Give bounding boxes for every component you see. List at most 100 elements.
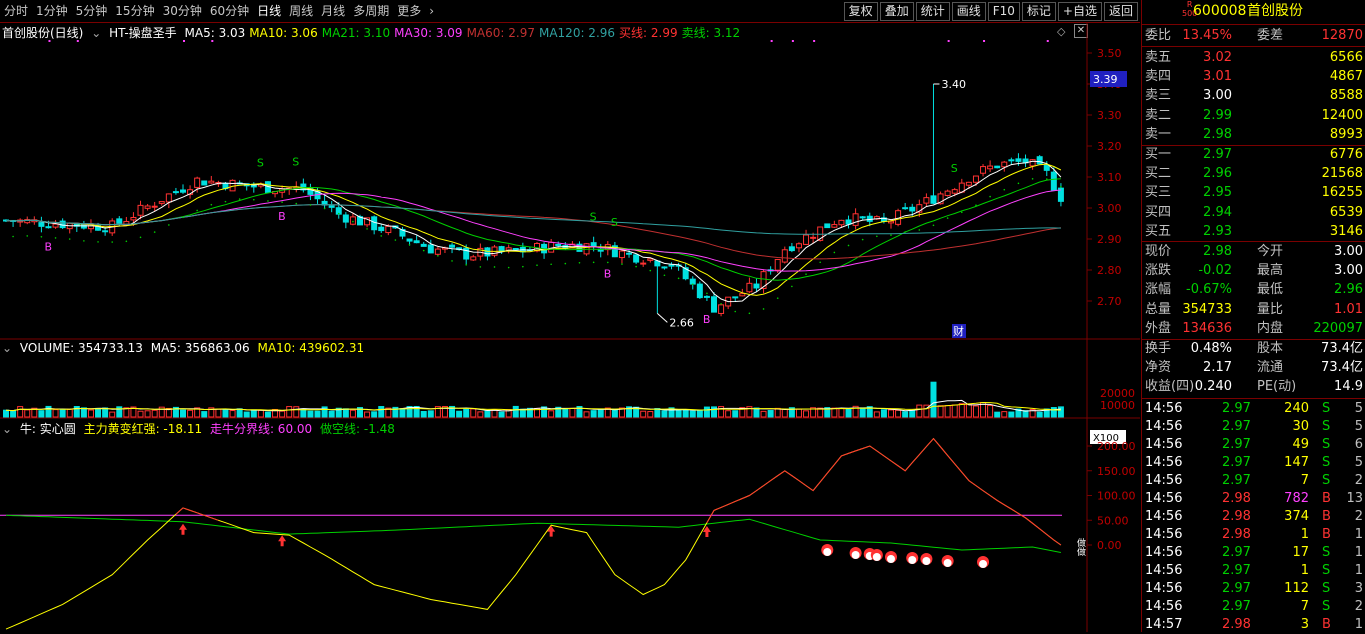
tick-price: 2.98 (1222, 527, 1251, 542)
bear-ball-icon (920, 553, 933, 565)
bid-price: 2.97 (1203, 147, 1232, 162)
tick-row[interactable]: 14:56 2.97 147 S 5 (1142, 454, 1365, 472)
tick-row[interactable]: 14:56 2.97 7 S 2 (1142, 472, 1365, 490)
bid-row[interactable]: 买一 2.97 6776 (1142, 146, 1365, 164)
tick-row[interactable]: 14:56 2.97 49 S 6 (1142, 436, 1365, 454)
tick-bs: S (1322, 419, 1331, 434)
tick-row[interactable]: 14:56 2.97 112 S 3 (1142, 580, 1365, 598)
r-badge-letter: R (1186, 0, 1193, 9)
osc-indicator-name[interactable]: 牛: 实心圆 (20, 422, 76, 436)
ask-row[interactable]: 卖四 3.01 4867 (1142, 68, 1365, 86)
volume-bar (760, 410, 767, 418)
volume-bar (654, 408, 661, 418)
tick-volume: 112 (1284, 581, 1309, 596)
candle-body (972, 175, 979, 183)
quote-row-label2: 内盘 (1257, 320, 1284, 336)
weibi-row: 委比 13.45% 委差 12870 (1142, 27, 1365, 45)
candle-body (852, 213, 859, 226)
candle-body (158, 201, 165, 204)
bid-row[interactable]: 买三 2.95 16255 (1142, 184, 1365, 202)
candle-body (909, 206, 916, 212)
candle-body (555, 243, 562, 247)
tick-time: 14:56 (1145, 473, 1183, 488)
collapse-icon[interactable]: ⌄ (2, 341, 12, 355)
candle-body (1008, 159, 1015, 162)
candle-body (859, 216, 866, 219)
volume-bar (937, 405, 944, 418)
ask-row[interactable]: 卖五 3.02 6566 (1142, 49, 1365, 67)
tick-price: 2.97 (1222, 545, 1251, 560)
ask-row[interactable]: 卖三 3.00 8588 (1142, 87, 1365, 105)
candle-body (151, 205, 158, 208)
bid-row[interactable]: 买四 2.94 6539 (1142, 204, 1365, 222)
candle-body (116, 218, 123, 224)
candle-body (413, 240, 420, 244)
sell-signal: S (611, 216, 618, 229)
osc-l2: 走牛分界线: 60.00 (209, 422, 313, 436)
bear-ball-icon (941, 555, 954, 567)
current-price-tag-label: 3.39 (1093, 73, 1118, 86)
tick-time: 14:56 (1145, 419, 1183, 434)
volume-bar (293, 406, 300, 418)
volume-bar (364, 411, 371, 418)
quote-row-label: 涨幅 (1145, 282, 1172, 298)
collapse-icon[interactable]: ⌄ (2, 422, 12, 436)
low-label: 2.66 (669, 316, 694, 329)
bid-row[interactable]: 买五 2.93 3146 (1142, 223, 1365, 241)
volume-bar (682, 409, 689, 418)
osc-y-tick: 50.00 (1097, 514, 1129, 527)
volume-title: ⌄ VOLUME: 354733.13 MA5: 356863.06 MA10:… (2, 341, 368, 355)
ask-row[interactable]: 卖一 2.98 8993 (1142, 126, 1365, 144)
candle-body (1050, 171, 1057, 191)
bid-volume: 6539 (1329, 204, 1363, 220)
tick-row[interactable]: 14:56 2.97 1 S 1 (1142, 562, 1365, 580)
tick-volume: 49 (1292, 437, 1309, 452)
quote-row-label: 现价 (1145, 244, 1172, 259)
candle-body (328, 205, 335, 208)
quote-row-value2: 3.00 (1334, 263, 1363, 279)
volume-bar (909, 409, 916, 418)
tick-row[interactable]: 14:57 2.98 3 B 1 (1142, 616, 1365, 634)
candle-body (689, 278, 696, 285)
tick-row[interactable]: 14:56 2.98 374 B 2 (1142, 508, 1365, 526)
volume-bar (286, 406, 293, 418)
candle-body (427, 244, 434, 254)
volume-bar (427, 410, 434, 418)
tick-row[interactable]: 14:56 2.98 1 B 1 (1142, 526, 1365, 544)
quote-row-value2: 2.96 (1334, 282, 1363, 298)
tick-row[interactable]: 14:56 2.97 240 S 5 (1142, 400, 1365, 418)
volume-bar (930, 381, 937, 418)
tick-count: 5 (1354, 401, 1363, 416)
tick-time: 14:56 (1145, 527, 1183, 542)
chart-canvas[interactable]: 3.50 3.40 3.30 3.20 3.10 3.00 2.90 2.80 2.70 3.39… (0, 0, 1140, 632)
candle-body (420, 243, 427, 247)
tick-row[interactable]: 14:56 2.98 782 B 13 (1142, 490, 1365, 508)
candle-body (484, 247, 491, 257)
candle-body (590, 242, 597, 247)
weibi-value: 13.45% (1182, 28, 1232, 43)
tick-row[interactable]: 14:56 2.97 30 S 5 (1142, 418, 1365, 436)
tick-row[interactable]: 14:56 2.97 17 S 1 (1142, 544, 1365, 562)
tick-row[interactable]: 14:56 2.97 7 S 2 (1142, 598, 1365, 616)
buy-signal: B (44, 241, 52, 254)
quote-row-value: 2.98 (1203, 244, 1232, 259)
osc-y-tick: 100.00 (1097, 490, 1136, 503)
fund-row-value: 0.240 (1194, 379, 1232, 395)
fund-row: 换手 0.48% 股本 73.4亿 (1142, 340, 1365, 358)
volume-bar (512, 405, 519, 418)
quote-row-label2: 最高 (1257, 263, 1284, 279)
ask-label: 卖一 (1145, 126, 1172, 142)
tick-volume: 3 (1300, 617, 1309, 632)
weicha-label: 委差 (1257, 28, 1284, 43)
volume-bar (895, 409, 902, 418)
candle-body (1015, 158, 1022, 162)
ask-row[interactable]: 卖二 2.99 12400 (1142, 107, 1365, 125)
tick-count: 1 (1354, 527, 1363, 542)
volume-bar (888, 409, 894, 418)
volume-bar (944, 405, 951, 418)
candle-body (640, 262, 647, 265)
volume-bar (1001, 411, 1008, 418)
volume-bar (201, 411, 208, 418)
bid-row[interactable]: 买二 2.96 21568 (1142, 165, 1365, 183)
osc-title: ⌄ 牛: 实心圆 主力黄变红强: -18.11 走牛分界线: 60.00 做空线… (2, 420, 399, 437)
